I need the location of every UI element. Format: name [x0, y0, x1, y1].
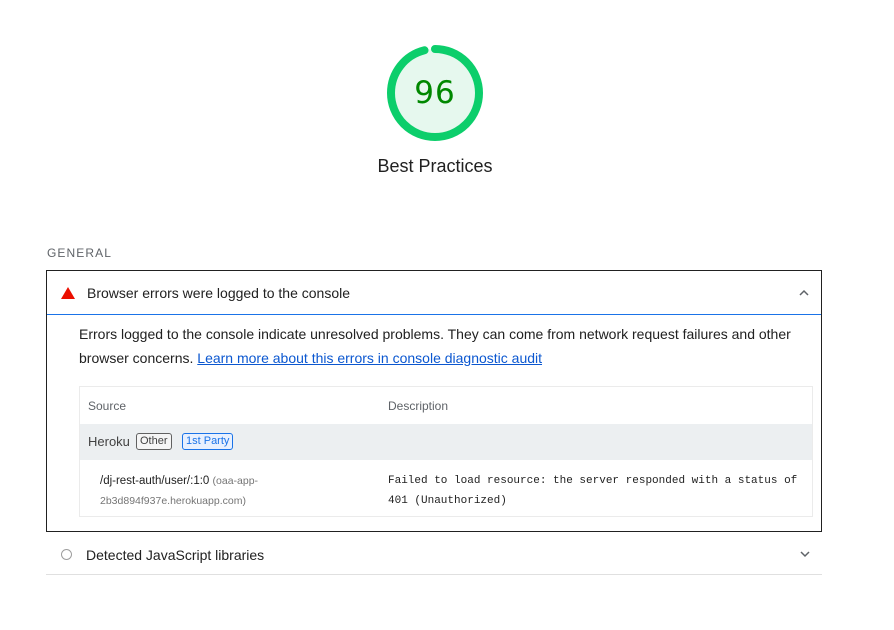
- chevron-down-icon[interactable]: [798, 547, 812, 561]
- audit-console-errors: Browser errors were logged to the consol…: [46, 270, 822, 532]
- entity-name: Heroku: [88, 434, 130, 449]
- column-header-source: Source: [88, 399, 127, 413]
- error-message: Failed to load resource: the server resp…: [388, 475, 798, 507]
- learn-more-link[interactable]: Learn more about this errors in console …: [197, 350, 542, 366]
- score-gauge[interactable]: 96: [385, 43, 485, 143]
- chevron-up-icon[interactable]: [797, 286, 811, 300]
- source-url[interactable]: /dj-rest-auth/user/:1:0: [100, 475, 209, 487]
- first-party-chip: 1st Party: [182, 433, 234, 450]
- audit-description: Errors logged to the console indicate un…: [79, 322, 809, 370]
- table-row: /dj-rest-auth/user/:1:0 (oaa-app-2b3d894…: [80, 460, 812, 516]
- warning-triangle-icon: [61, 287, 75, 299]
- score-value: 96: [414, 75, 456, 111]
- score-title: Best Practices: [377, 156, 493, 176]
- source-location: /dj-rest-auth/user/:1:0 (oaa-app-2b3d894…: [100, 471, 300, 511]
- column-header-description: Description: [388, 399, 449, 413]
- audit-header-toggle[interactable]: Browser errors were logged to the consol…: [47, 271, 821, 315]
- audit-title: Detected JavaScript libraries: [86, 547, 265, 563]
- entity-category-chip: Other: [136, 433, 172, 450]
- entity-row: Heroku Other 1st Party: [80, 424, 812, 460]
- details-table: Source Description Heroku Other 1st Part…: [79, 386, 813, 517]
- audit-js-libraries[interactable]: Detected JavaScript libraries: [46, 533, 822, 575]
- group-title: GENERAL: [47, 246, 113, 260]
- audit-title: Browser errors were logged to the consol…: [87, 285, 351, 301]
- circle-outline-icon: [61, 549, 72, 560]
